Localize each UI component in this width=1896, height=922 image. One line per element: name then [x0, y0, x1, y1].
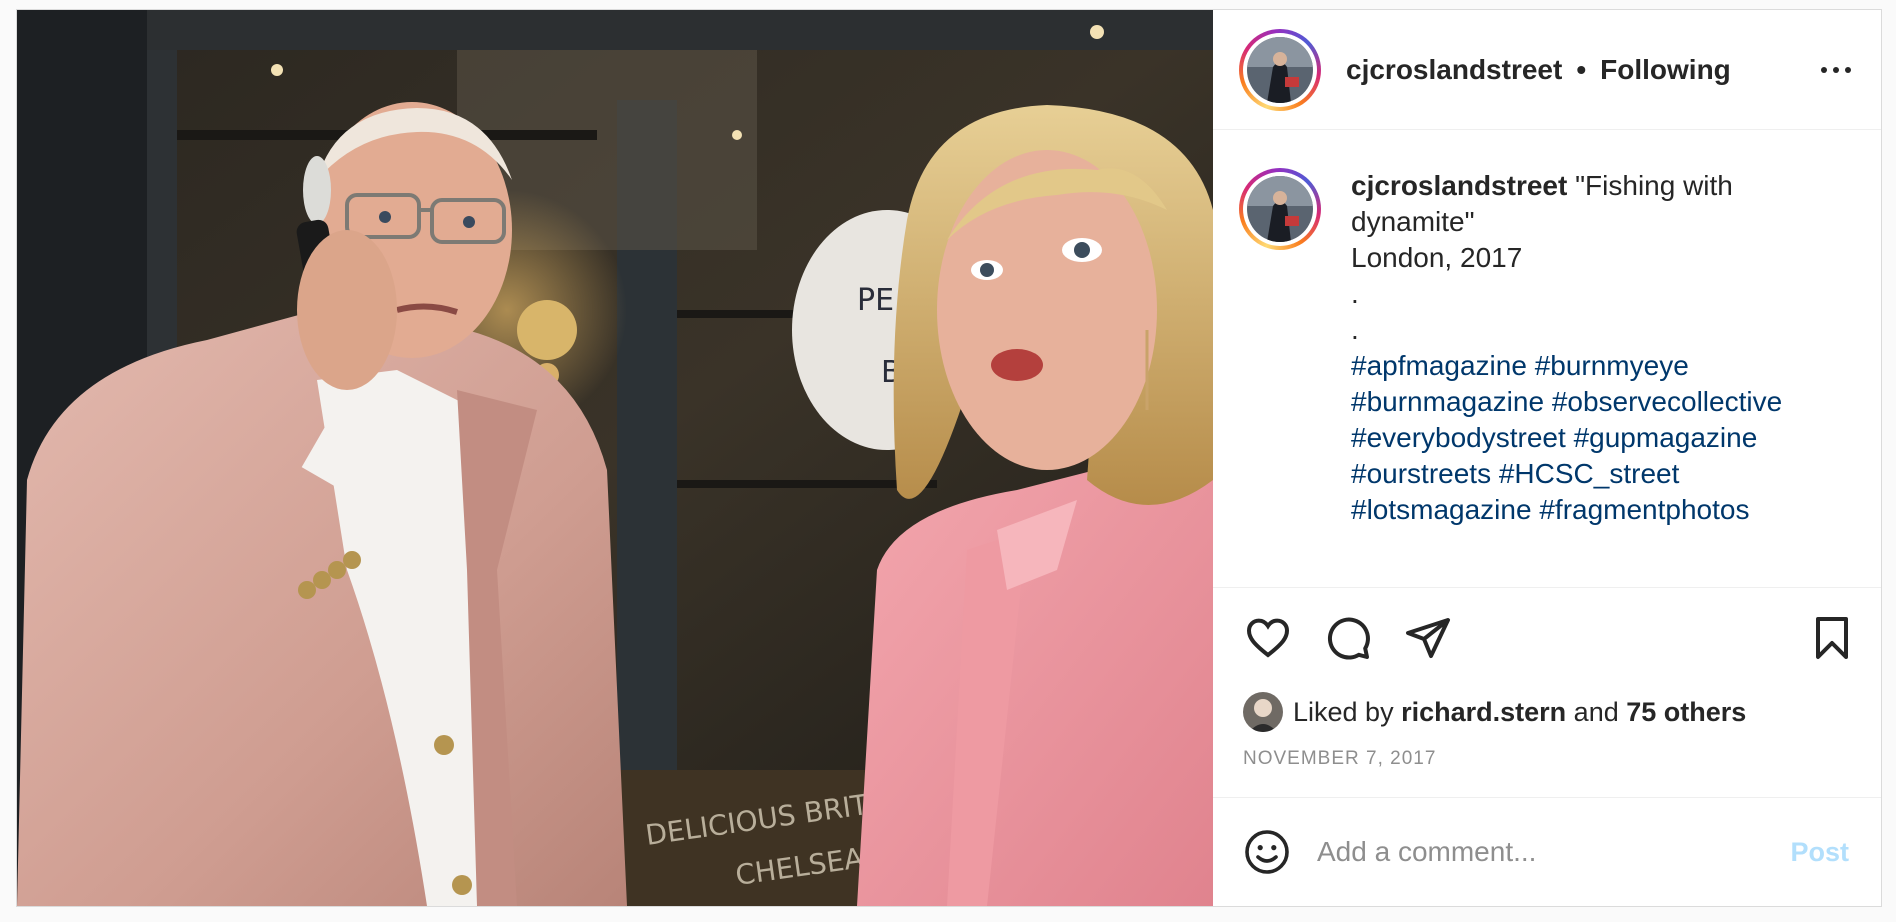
avatar-image [1247, 176, 1313, 242]
hashtag-link[interactable]: #lotsmagazine [1351, 494, 1532, 525]
window-sign-text: PE [857, 283, 894, 318]
caption-title-line-2: dynamite" [1351, 206, 1475, 237]
caption-title-line-1: cjcroslandstreet "Fishing with [1351, 168, 1821, 204]
likes-summary: Liked by richard.stern and 75 others [1213, 688, 1881, 736]
caption-section: cjcroslandstreet "Fishing with dynamite"… [1213, 130, 1881, 588]
caption-username[interactable]: cjcroslandstreet [1351, 170, 1567, 201]
liker-avatar[interactable] [1243, 692, 1283, 732]
caption-avatar[interactable] [1239, 168, 1321, 250]
hashtag-link[interactable]: #fragmentphotos [1539, 494, 1749, 525]
smiley-icon [1245, 830, 1289, 874]
hashtag-line: #apfmagazine #burnmyeye [1351, 348, 1821, 384]
action-bar [1213, 588, 1881, 688]
hashtag-link[interactable]: #apfmagazine [1351, 350, 1527, 381]
hashtag-link[interactable]: #observecollective [1552, 386, 1782, 417]
avatar-border [1243, 172, 1317, 246]
liker-username[interactable]: richard.stern [1401, 697, 1566, 728]
caption-dot: . [1351, 278, 1359, 309]
header-username[interactable]: cjcroslandstreet [1346, 54, 1562, 86]
hashtag-link[interactable]: #burnmyeye [1535, 350, 1689, 381]
instagram-post: PE B DELICIOUS BRITISH CHELSEA B cjcrosl… [16, 9, 1882, 907]
comment-button[interactable] [1323, 613, 1373, 663]
hashtag-line: #lotsmagazine #fragmentphotos [1351, 492, 1821, 528]
post-side-panel: cjcroslandstreet • Following cjcroslands… [1213, 10, 1881, 906]
bookmark-icon [1816, 617, 1848, 659]
comment-input[interactable] [1317, 836, 1791, 868]
paper-plane-icon [1406, 618, 1450, 658]
post-comment-button[interactable]: Post [1790, 837, 1849, 868]
avatar-image [1247, 36, 1313, 103]
liked-by-label: Liked by [1293, 696, 1394, 727]
hashtag-link[interactable]: #burnmagazine [1351, 386, 1544, 417]
following-button[interactable]: Following [1600, 54, 1731, 86]
caption-title: "Fishing with [1575, 170, 1733, 201]
like-button[interactable] [1243, 613, 1293, 663]
post-date[interactable]: NOVEMBER 7, 2017 [1213, 736, 1881, 798]
hashtag-line: #ourstreets #HCSC_street [1351, 456, 1821, 492]
caption-dot: . [1351, 314, 1359, 345]
post-photo[interactable]: PE B DELICIOUS BRITISH CHELSEA B [17, 10, 1213, 906]
more-horizontal-icon [1821, 66, 1827, 73]
hashtag-link[interactable]: #gupmagazine [1574, 422, 1758, 453]
avatar-border [1243, 32, 1317, 107]
heart-icon [1246, 618, 1290, 658]
post-header: cjcroslandstreet • Following [1213, 10, 1881, 130]
avatar[interactable] [1239, 28, 1321, 111]
save-button[interactable] [1807, 613, 1857, 663]
more-horizontal-icon-dot [1845, 66, 1851, 73]
emoji-button[interactable] [1243, 828, 1291, 876]
more-horizontal-icon-dot [1833, 66, 1839, 73]
hashtag-line: #burnmagazine #observecollective [1351, 384, 1821, 420]
caption-location: London, 2017 [1351, 242, 1523, 273]
comment-box: Post [1213, 798, 1881, 906]
caption-text: cjcroslandstreet "Fishing with dynamite"… [1351, 168, 1821, 587]
comment-bubble-icon [1327, 617, 1370, 660]
likes-joiner: and [1573, 696, 1619, 727]
more-options-button[interactable] [1821, 59, 1851, 81]
header-separator: • [1576, 53, 1587, 85]
share-button[interactable] [1403, 613, 1453, 663]
hashtag-line: #everybodystreet #gupmagazine [1351, 420, 1821, 456]
hashtag-link[interactable]: #HCSC_street [1499, 458, 1680, 489]
hashtag-link[interactable]: #everybodystreet [1351, 422, 1566, 453]
street-photo-illustration: PE B DELICIOUS BRITISH CHELSEA B [17, 10, 1213, 906]
hashtag-link[interactable]: #ourstreets [1351, 458, 1491, 489]
likes-others-link[interactable]: 75 others [1626, 697, 1746, 728]
